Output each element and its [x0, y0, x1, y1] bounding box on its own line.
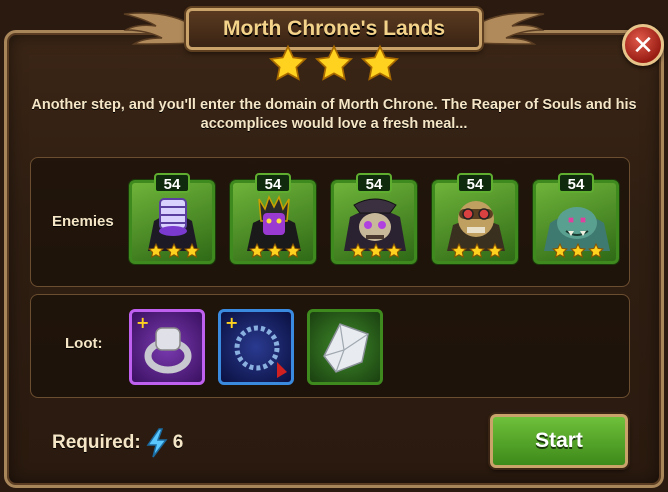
crystal-shard-icon [323, 323, 369, 373]
loot-item-pearl-necklace[interactable]: + [218, 309, 294, 385]
energy-requirement: Required: 6 [52, 428, 183, 458]
dialog-title: Morth Chrone's Lands [223, 17, 445, 40]
required-energy-value: 6 [172, 432, 184, 453]
enemy-level-badge: 54 [255, 173, 291, 193]
enemies-label: Enemies [52, 213, 114, 230]
star-icon [285, 243, 301, 259]
start-button-label: Start [535, 429, 583, 452]
star-icon [166, 243, 182, 259]
enemies-section: Enemies 54 54 54 54 54 [30, 157, 630, 287]
enemy-stars [249, 243, 301, 259]
star-icon [368, 243, 384, 259]
svg-text:+: + [136, 313, 149, 332]
green-troll-portrait-icon [544, 207, 610, 251]
enemy-level-badge: 54 [356, 173, 392, 193]
energy-bolt-icon [146, 428, 168, 458]
star-icon [268, 44, 308, 81]
star-icon [469, 243, 485, 259]
difficulty-stars [268, 44, 400, 84]
enemy-stars [148, 243, 200, 259]
enemy-level-badge: 54 [558, 173, 594, 193]
skull-beast-portrait-icon [344, 198, 406, 251]
close-icon: ✕ [632, 29, 654, 60]
star-icon [588, 243, 604, 259]
star-icon [314, 44, 354, 81]
star-icon [360, 44, 400, 81]
enemy-stars [350, 243, 402, 259]
star-icon [184, 243, 200, 259]
star-icon [148, 243, 164, 259]
enemy-card-reaper[interactable]: 54 [129, 173, 215, 264]
loot-section: Loot: + + [30, 294, 630, 398]
enemy-card-goggled-skeleton[interactable]: 54 [432, 173, 518, 264]
enemy-stars [552, 243, 604, 259]
star-icon [350, 243, 366, 259]
dark-king-portrait-icon [247, 195, 301, 251]
pearl-necklace-icon: + [225, 313, 287, 378]
reaper-portrait-icon [148, 198, 198, 251]
enemy-card-skull-beast[interactable]: 54 [331, 173, 417, 264]
goggled-skeleton-portrait-icon [447, 201, 505, 251]
star-icon [451, 243, 467, 259]
enemy-stars [451, 243, 503, 259]
star-icon [570, 243, 586, 259]
loot-item-silver-ring[interactable]: + [129, 309, 205, 385]
mission-description: Another step, and you'll enter the domai… [31, 97, 637, 132]
close-button[interactable]: ✕ [622, 24, 664, 66]
svg-text:+: + [225, 313, 238, 332]
enemy-card-dark-king[interactable]: 54 [230, 173, 316, 264]
required-label: Required: [52, 432, 141, 453]
star-icon [267, 243, 283, 259]
star-icon [487, 243, 503, 259]
star-icon [552, 243, 568, 259]
silver-ring-icon: + [136, 313, 192, 374]
loot-label: Loot: [65, 335, 103, 352]
loot-item-crystal[interactable] [307, 309, 383, 385]
star-icon [386, 243, 402, 259]
enemy-level-badge: 54 [154, 173, 190, 193]
star-icon [249, 243, 265, 259]
start-button[interactable]: Start [490, 414, 628, 468]
enemy-card-green-troll[interactable]: 54 [533, 173, 619, 264]
enemy-level-badge: 54 [457, 173, 493, 193]
